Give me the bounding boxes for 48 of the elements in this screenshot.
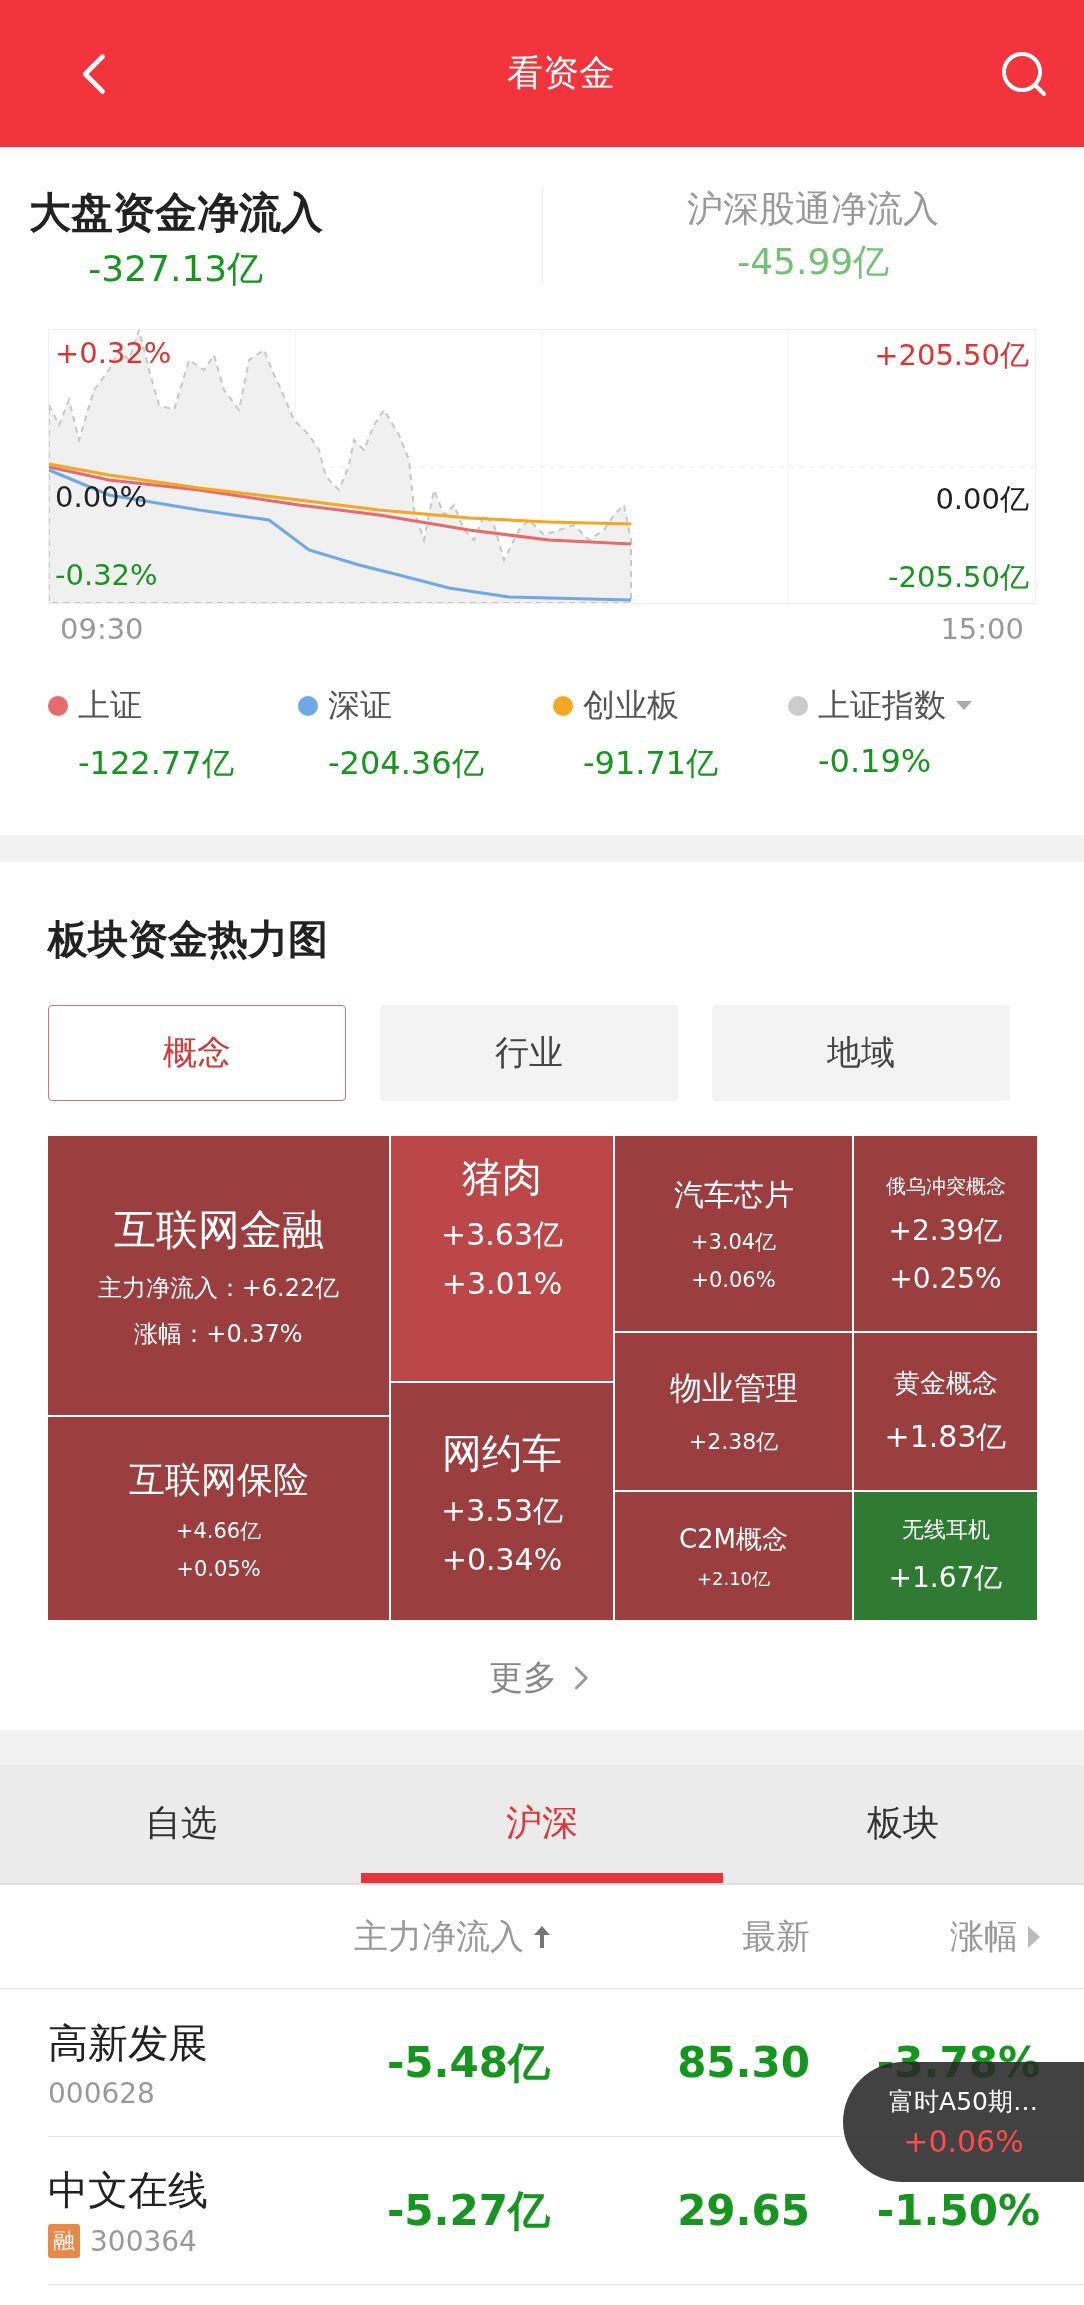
summary-tab[interactable]: 大盘资金净流入 -327.13亿 [0, 185, 543, 285]
axis-label: 0.00亿 [935, 481, 1029, 518]
legend-label: 上证 [78, 685, 142, 726]
heatmap-tile[interactable]: 无线耳机 +1.67亿 [854, 1492, 1037, 1620]
heatmap-tile[interactable]: 猪肉 +3.63亿 +3.01% [391, 1136, 613, 1381]
stock-code: 300364 [90, 2224, 197, 2258]
legend-label: 上证指数 [818, 685, 946, 726]
legend-value: -122.77亿 [78, 743, 235, 784]
search-icon [1000, 49, 1048, 98]
market-tab[interactable]: 板块 [722, 1765, 1084, 1883]
legend-value: -204.36亿 [328, 743, 485, 784]
caret-icon[interactable] [956, 701, 972, 711]
heatmap-tile[interactable]: C2M概念 +2.10亿 [615, 1492, 852, 1620]
heatmap-tile[interactable]: 互联网金融 主力净流入：+6.22亿 涨幅：+0.37% [48, 1136, 389, 1415]
net-inflow: -5.48亿 [385, 2036, 550, 2089]
price-change: -1.50% [875, 2186, 1040, 2235]
net-inflow: -5.27亿 [385, 2184, 550, 2237]
stock-name: 高新发展 [48, 2018, 209, 2068]
axis-label: 0.00% [55, 480, 148, 514]
search-button[interactable] [1000, 49, 1048, 98]
axis-label: +205.50亿 [874, 337, 1029, 374]
legend-label: 深证 [328, 685, 392, 726]
time-label: 15:00 [940, 612, 1024, 646]
latest-price: 29.65 [676, 2186, 810, 2235]
heatmap-tile[interactable]: 互联网保险 +4.66亿 +0.05% [48, 1417, 389, 1620]
axis-label: +0.32% [55, 336, 172, 370]
stock-code: 000628 [48, 2076, 155, 2110]
legend-label: 创业板 [583, 685, 679, 726]
latest-price: 85.30 [676, 2038, 810, 2087]
heatmap-tile[interactable]: 网约车 +3.53亿 +0.34% [391, 1383, 613, 1620]
margin-badge: 融 [48, 2224, 80, 2258]
heatmap-tile[interactable]: 俄乌冲突概念 +2.39亿 +0.25% [854, 1136, 1037, 1331]
heatmap-tile[interactable]: 物业管理 +2.38亿 [615, 1333, 852, 1490]
heatmap-tile[interactable]: 黄金概念 +1.83亿 [854, 1333, 1037, 1490]
filter-tab[interactable]: 概念 [48, 1005, 346, 1101]
filter-tab[interactable]: 行业 [380, 1005, 678, 1101]
stock-name: 中文在线 [48, 2166, 209, 2215]
time-label: 09:30 [60, 612, 144, 646]
axis-label: -0.32% [55, 558, 158, 592]
axis-label: -205.50亿 [888, 559, 1029, 596]
section-title: 板块资金热力图 [48, 915, 329, 964]
heatmap-tile[interactable]: 汽车芯片 +3.04亿 +0.06% [615, 1136, 852, 1331]
legend-value: -91.71亿 [583, 743, 720, 784]
market-tab[interactable]: 自选 [0, 1765, 362, 1883]
more-link[interactable]: 更多 [483, 1654, 601, 1702]
page-title: 看资金 [507, 51, 615, 95]
filter-tab[interactable]: 地域 [712, 1005, 1010, 1101]
legend-value: -0.19% [818, 742, 933, 780]
